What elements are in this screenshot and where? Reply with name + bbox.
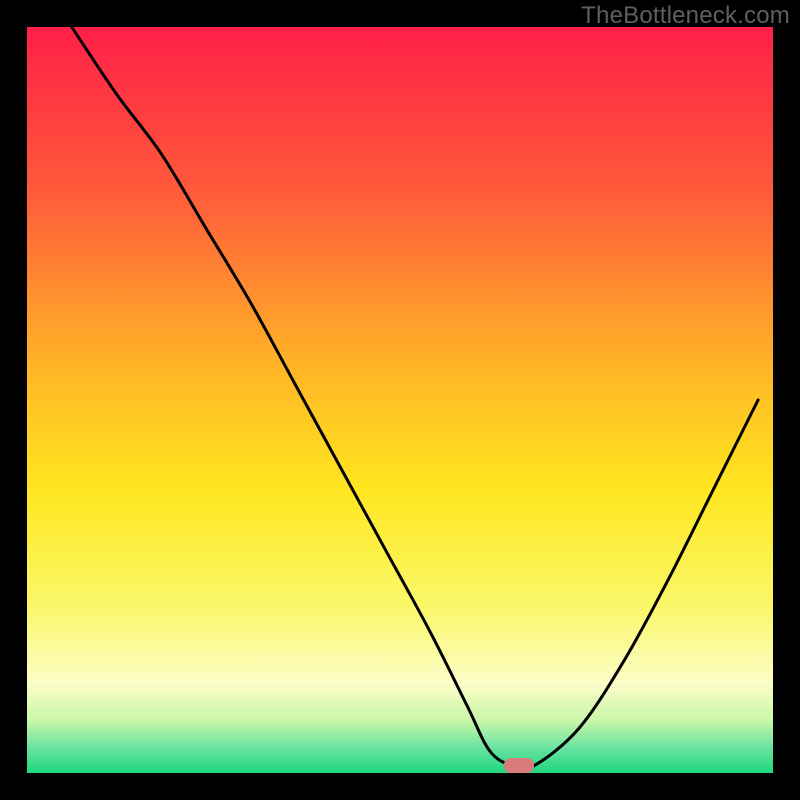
gradient-chart-svg xyxy=(27,27,773,773)
plot-area xyxy=(27,27,773,773)
chart-frame: TheBottleneck.com xyxy=(0,0,800,800)
gradient-rect xyxy=(27,27,773,773)
watermark-label: TheBottleneck.com xyxy=(581,2,790,30)
optimal-marker xyxy=(504,758,534,773)
